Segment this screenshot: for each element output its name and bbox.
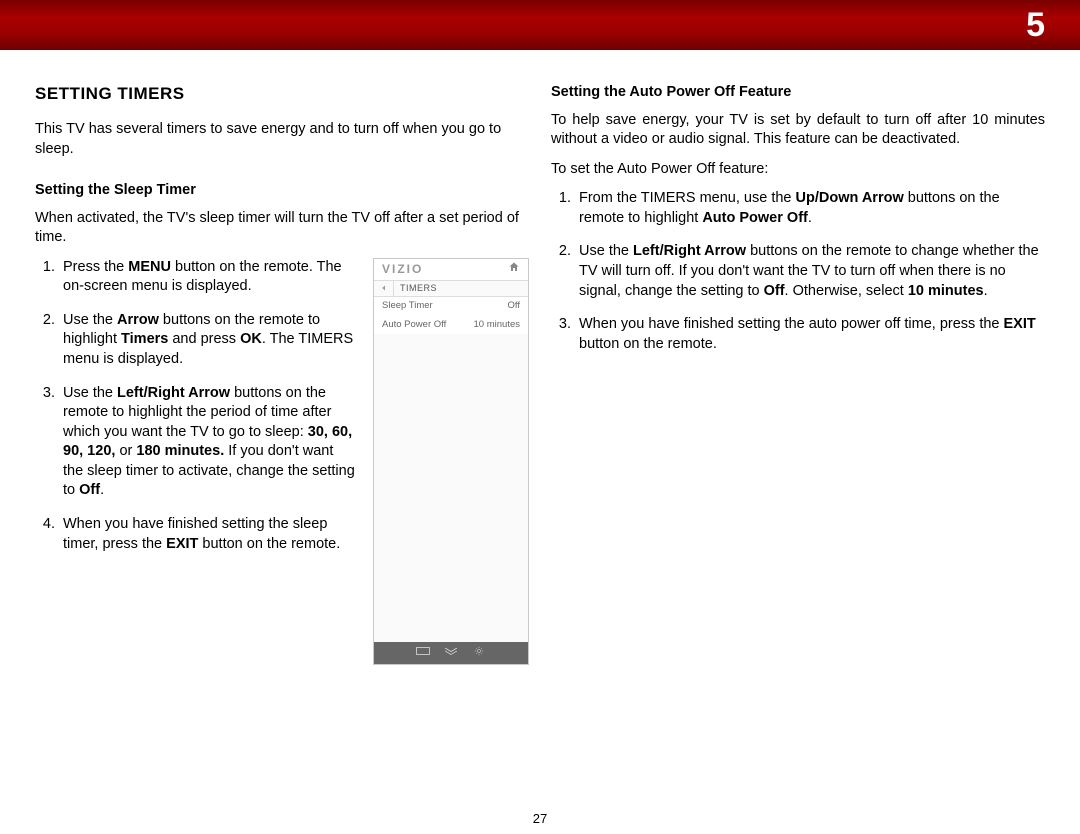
screen-header: VIZIO	[374, 259, 528, 281]
intro-text: This TV has several timers to save energ…	[35, 120, 529, 159]
table-row: Sleep Timer Off	[374, 297, 528, 316]
steps-and-screen: Press the MENU button on the remote. The…	[35, 258, 529, 666]
table-row: Auto Power Off 10 minutes	[374, 316, 528, 335]
gear-icon	[472, 646, 486, 661]
wide-icon	[416, 646, 430, 661]
home-icon	[508, 261, 520, 278]
sleep-timer-steps: Press the MENU button on the remote. The…	[35, 258, 359, 568]
screen-blank-area	[374, 334, 528, 642]
row-label: Sleep Timer	[382, 300, 433, 313]
tv-menu-mock: VIZIO TIMERS Sleep Timer Off	[373, 258, 529, 666]
breadcrumb: TIMERS	[374, 281, 528, 297]
list-item: Use the Left/Right Arrow buttons on the …	[59, 384, 355, 501]
left-column: Setting Timers This TV has several timer…	[35, 83, 529, 665]
section-title: Setting Timers	[35, 83, 529, 106]
right-column: Setting the Auto Power Off Feature To he…	[551, 83, 1045, 665]
row-value: 10 minutes	[474, 319, 520, 332]
auto-power-off-steps: From the TIMERS menu, use the Up/Down Ar…	[551, 189, 1045, 354]
subhead-sleep-timer: Setting the Sleep Timer	[35, 181, 529, 201]
subhead-auto-power-off: Setting the Auto Power Off Feature	[551, 83, 1045, 103]
list-item: Use the Arrow buttons on the remote to h…	[59, 311, 355, 370]
list-item: When you have finished setting the sleep…	[59, 515, 355, 554]
screen-footer-bar	[374, 642, 528, 664]
breadcrumb-label: TIMERS	[394, 282, 437, 294]
list-item: From the TIMERS menu, use the Up/Down Ar…	[575, 189, 1045, 228]
page-number: 27	[0, 811, 1080, 826]
screen-list: Sleep Timer Off Auto Power Off 10 minute…	[374, 297, 528, 335]
row-label: Auto Power Off	[382, 319, 446, 332]
vizio-logo: VIZIO	[382, 261, 423, 277]
lead-in: To set the Auto Power Off feature:	[551, 160, 1045, 180]
list-item: Use the Left/Right Arrow buttons on the …	[575, 242, 1045, 301]
chevron-down-icon	[444, 646, 458, 661]
chapter-header: 5	[0, 0, 1080, 50]
lead-auto-power-off: To help save energy, your TV is set by d…	[551, 111, 1045, 150]
row-value: Off	[508, 300, 521, 313]
list-item: When you have finished setting the auto …	[575, 315, 1045, 354]
page-body: Setting Timers This TV has several timer…	[0, 50, 1080, 665]
lead-sleep-timer: When activated, the TV's sleep timer wil…	[35, 209, 529, 248]
chapter-number: 5	[1026, 6, 1045, 45]
list-item: Press the MENU button on the remote. The…	[59, 258, 355, 297]
back-icon	[374, 281, 394, 296]
